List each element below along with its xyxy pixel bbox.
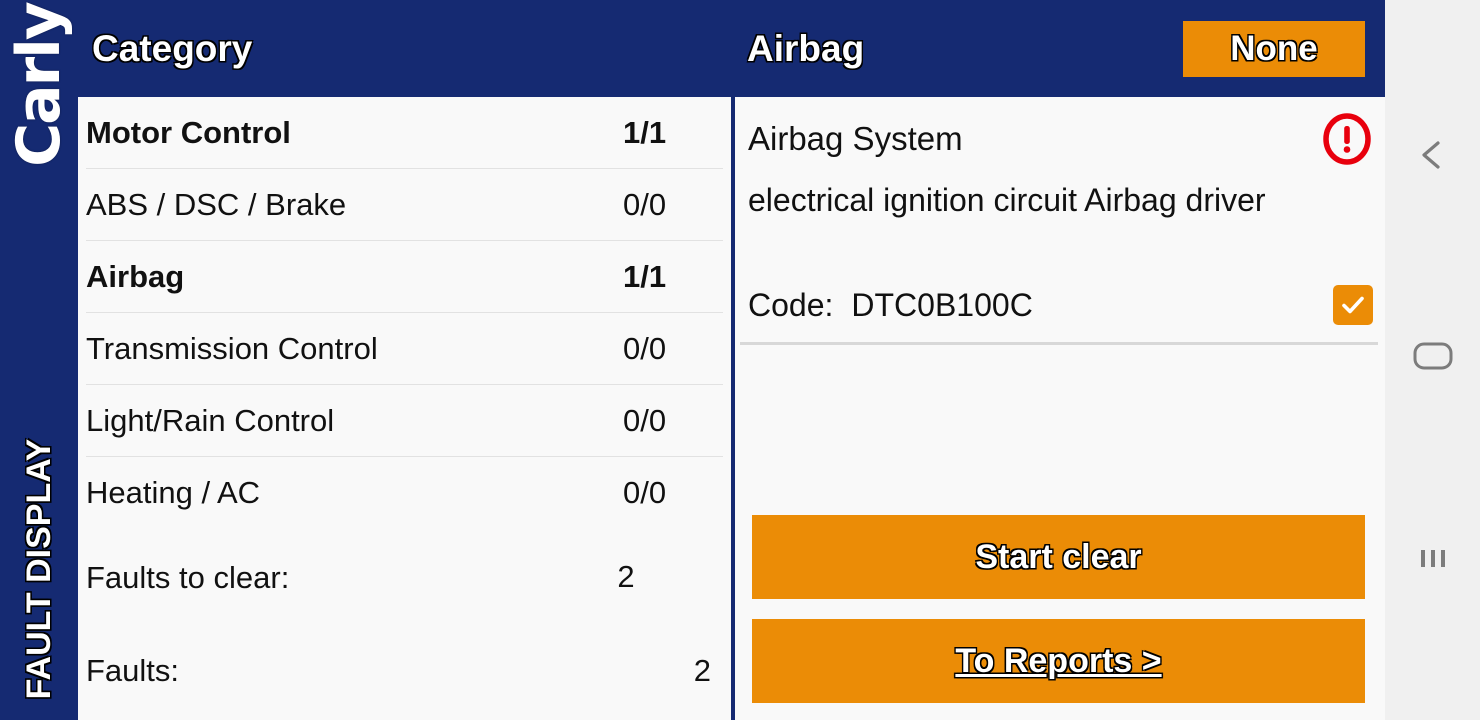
category-row[interactable]: Motor Control 1/1 [86, 97, 723, 169]
faults-label: Faults: [86, 653, 180, 688]
faults-to-clear-value: 2 [617, 559, 635, 594]
category-row-name: Transmission Control [86, 330, 378, 366]
filter-none-button[interactable]: None [1183, 21, 1365, 77]
category-row-name: Motor Control [86, 114, 291, 150]
fault-description: electrical ignition circuit Airbag drive… [748, 182, 1266, 218]
category-header-bar: Category [78, 0, 733, 97]
fault-system-title: Airbag System [748, 120, 963, 157]
detail-divider [740, 342, 1378, 345]
start-clear-button[interactable]: Start clear [752, 515, 1365, 599]
screen: Carly FAULT DISPLAY Category Airbag None… [0, 0, 1480, 720]
app-window: Carly FAULT DISPLAY Category Airbag None… [0, 0, 1385, 720]
system-navigation-bar [1385, 0, 1480, 720]
home-rounded-rect-icon[interactable] [1385, 316, 1480, 396]
category-row[interactable]: Light/Rain Control 0/0 [86, 385, 723, 457]
filter-none-label: None [1230, 29, 1318, 68]
start-clear-label: Start clear [975, 537, 1142, 576]
category-row-name: Light/Rain Control [86, 402, 335, 438]
fault-summary-panel: Faults to clear: 2 Faults: 2 [78, 518, 731, 720]
category-row-count: 0/0 [623, 330, 667, 366]
carly-logo: Carly [4, 3, 74, 167]
brand-rail: Carly FAULT DISPLAY [0, 0, 78, 720]
category-row-count: 0/0 [623, 402, 667, 438]
category-row[interactable]: Transmission Control 0/0 [86, 313, 723, 385]
fault-code-value: DTC0B100C [851, 286, 1033, 323]
fault-detail-panel: Airbag System electrical ignition circui… [735, 97, 1385, 720]
category-row-count: 1/1 [623, 258, 667, 294]
fault-code-label: Code: [748, 286, 834, 323]
category-row-name: ABS / DSC / Brake [86, 186, 347, 222]
fault-code-checkbox[interactable] [1333, 285, 1373, 325]
category-row-name: Airbag [86, 258, 185, 294]
detail-header-title: Airbag [747, 27, 865, 69]
fault-code-row: Code: DTC0B100C [748, 280, 1373, 330]
fault-title-row: Airbag System [748, 113, 1373, 165]
category-row-count: 0/0 [623, 186, 667, 222]
category-row[interactable]: Airbag 1/1 [86, 241, 723, 313]
exclamation-circle-icon [1321, 113, 1373, 165]
to-reports-button[interactable]: To Reports > [752, 619, 1365, 703]
category-row-count: 0/0 [623, 474, 667, 510]
category-header-title: Category [92, 27, 253, 69]
chevron-left-icon[interactable] [1385, 115, 1480, 195]
category-row-count: 1/1 [623, 114, 667, 150]
faults-to-clear-row: Faults to clear: 2 [86, 528, 723, 626]
to-reports-label: To Reports > [955, 641, 1162, 680]
faults-value: 2 [693, 653, 711, 688]
faults-to-clear-label: Faults to clear: [86, 559, 290, 595]
faults-row: Faults: 2 [86, 646, 723, 696]
recents-bars-icon[interactable] [1385, 518, 1480, 598]
category-row[interactable]: ABS / DSC / Brake 0/0 [86, 169, 723, 241]
screen-title-vertical: FAULT DISPLAY [19, 438, 58, 700]
category-row-name: Heating / AC [86, 474, 261, 510]
